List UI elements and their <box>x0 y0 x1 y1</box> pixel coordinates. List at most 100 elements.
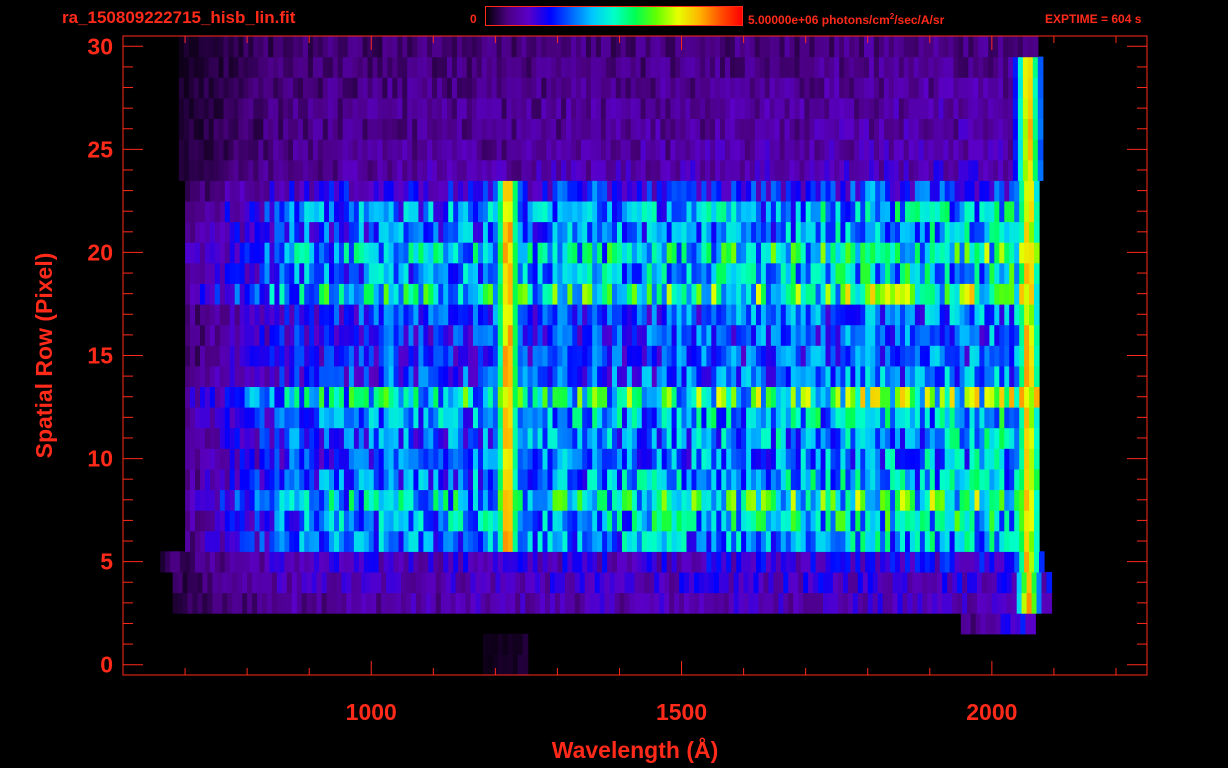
heatmap-cell <box>706 489 712 511</box>
heatmap-cell <box>319 304 325 326</box>
heatmap-cell <box>880 242 886 264</box>
heatmap-cell <box>825 262 832 284</box>
heatmap-cell <box>1029 221 1035 243</box>
heatmap-cell <box>924 510 931 532</box>
heatmap-cell <box>279 180 285 202</box>
heatmap-cell <box>363 242 370 264</box>
heatmap-cell <box>666 468 673 491</box>
heatmap-cell <box>1027 97 1034 119</box>
heatmap-cell <box>219 242 226 264</box>
heatmap-cell <box>403 510 410 532</box>
heatmap-cell <box>200 221 206 243</box>
heatmap-cell <box>412 139 418 161</box>
heatmap-cell <box>289 304 295 326</box>
heatmap-cell <box>731 200 737 223</box>
heatmap-cell <box>592 386 598 408</box>
heatmap-cell <box>413 510 419 532</box>
heatmap-cell <box>671 262 678 284</box>
heatmap-cell <box>362 77 369 99</box>
heatmap-cell <box>726 262 732 284</box>
heatmap-cell <box>928 159 935 181</box>
heatmap-cell <box>862 592 869 614</box>
heatmap-cell <box>341 592 348 614</box>
heatmap-cell <box>859 159 865 181</box>
heatmap-cell <box>456 77 463 99</box>
heatmap-cell <box>835 221 842 243</box>
heatmap-cell <box>789 159 796 181</box>
heatmap-cell <box>676 283 683 305</box>
heatmap-cell <box>666 345 673 367</box>
heatmap-cell <box>736 489 742 511</box>
heatmap-cell <box>641 530 648 552</box>
heatmap-cell <box>855 304 861 326</box>
heatmap-cell <box>756 180 762 202</box>
heatmap-cell <box>402 159 408 181</box>
heatmap-cell <box>438 283 444 305</box>
heatmap-cell <box>492 530 499 552</box>
heatmap-cell <box>989 386 995 408</box>
heatmap-cell <box>820 407 827 429</box>
heatmap-cell <box>676 386 683 408</box>
heatmap-cell <box>716 200 722 223</box>
heatmap-cell <box>438 530 444 552</box>
heatmap-cell <box>1014 448 1020 470</box>
heatmap-cell <box>314 489 320 511</box>
heatmap-cell <box>413 180 419 202</box>
heatmap-cell <box>309 180 315 202</box>
heatmap-cell <box>358 324 365 346</box>
heatmap-cell <box>954 365 961 387</box>
heatmap-cell <box>286 592 293 614</box>
heatmap-cell <box>527 427 534 449</box>
heatmap-cell <box>567 530 573 552</box>
heatmap-cell <box>909 180 916 202</box>
heatmap-cell <box>329 365 335 387</box>
heatmap-cell <box>860 489 866 511</box>
heatmap-cell <box>978 97 984 119</box>
heatmap-cell <box>746 304 752 326</box>
heatmap-cell <box>780 551 787 573</box>
heatmap-cell <box>636 324 643 346</box>
heatmap-cell <box>859 56 865 78</box>
heatmap-cell <box>646 551 653 573</box>
heatmap-cell <box>854 36 860 58</box>
heatmap-cell <box>522 283 529 305</box>
heatmap-cell <box>685 77 691 99</box>
heatmap-cell <box>860 324 866 346</box>
heatmap-cell <box>324 304 330 326</box>
heatmap-cell <box>626 242 633 264</box>
heatmap-cell <box>501 36 508 58</box>
heatmap-cell <box>254 510 261 532</box>
heatmap-cell <box>701 365 707 387</box>
heatmap-cell <box>491 77 498 99</box>
heatmap-cell <box>294 489 300 511</box>
heatmap-cell <box>531 36 537 58</box>
heatmap-cell <box>557 530 563 552</box>
heatmap-cell <box>656 530 663 552</box>
heatmap-cell <box>743 592 750 614</box>
heatmap-cell <box>829 118 835 140</box>
heatmap-cell <box>368 221 375 243</box>
heatmap-cell <box>542 365 549 387</box>
heatmap-cell <box>770 386 777 408</box>
heatmap-cell <box>825 180 832 202</box>
heatmap-cell <box>492 262 499 284</box>
heatmap-cell <box>208 97 215 119</box>
heatmap-cell <box>557 324 563 346</box>
heatmap-cell <box>497 510 504 532</box>
heatmap-cell <box>428 551 434 573</box>
heatmap-cell <box>448 530 454 552</box>
heatmap-cell <box>535 571 541 594</box>
heatmap-cell <box>451 159 458 181</box>
heatmap-cell <box>661 200 668 223</box>
heatmap-cell <box>252 592 258 614</box>
heatmap-cell <box>273 159 279 181</box>
heatmap-cell <box>259 242 266 264</box>
heatmap-cell <box>317 118 324 140</box>
heatmap-cell <box>938 36 945 58</box>
heatmap-cell <box>476 159 483 181</box>
heatmap-cell <box>485 592 491 614</box>
heatmap-cell <box>284 221 290 243</box>
heatmap-cell <box>929 200 936 223</box>
heatmap-cell <box>661 242 668 264</box>
heatmap-cell <box>552 427 559 449</box>
